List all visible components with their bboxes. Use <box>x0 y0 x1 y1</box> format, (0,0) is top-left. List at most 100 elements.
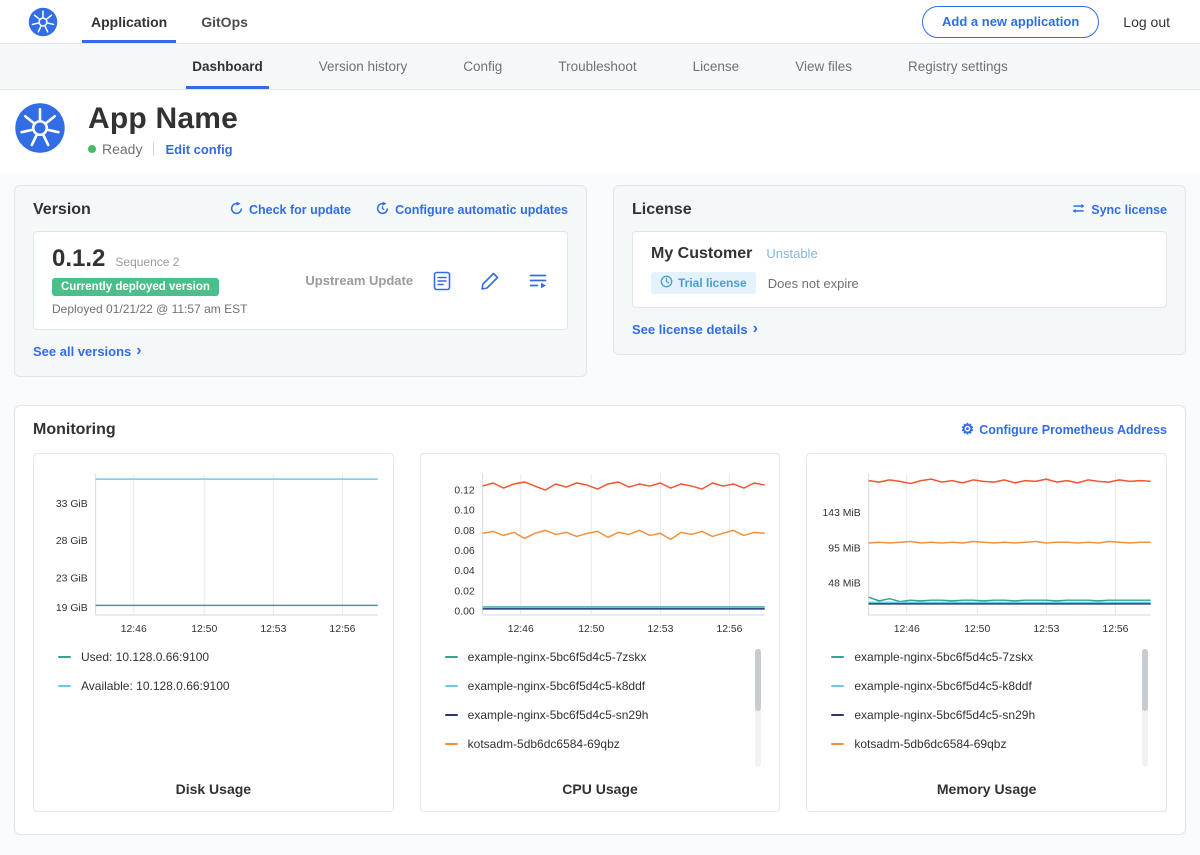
gear-icon: ⚙ <box>961 422 974 437</box>
app-logo-icon <box>14 102 66 154</box>
schedule-update-icon <box>375 201 390 219</box>
disk-usage-chart-card: 12:4612:5012:5312:5633 GiB28 GiB23 GiB19… <box>33 453 394 813</box>
legend-marker <box>58 656 71 658</box>
legend-label: example-nginx-5bc6f5d4c5-k8ddf <box>854 679 1031 693</box>
app-status-label: Ready <box>102 141 142 157</box>
legend-item[interactable]: example-nginx-5bc6f5d4c5-k8ddf <box>445 676 748 696</box>
legend-marker <box>445 656 458 658</box>
sync-license-link[interactable]: Sync license <box>1071 201 1167 219</box>
top-tabs: Application GitOps <box>74 0 265 43</box>
svg-text:12:53: 12:53 <box>647 623 673 634</box>
monitoring-card: Monitoring ⚙ Configure Prometheus Addres… <box>14 405 1186 836</box>
svg-text:0.04: 0.04 <box>454 566 474 577</box>
add-application-button[interactable]: Add a new application <box>922 6 1099 38</box>
svg-text:12:46: 12:46 <box>507 623 533 634</box>
svg-text:12:46: 12:46 <box>121 623 147 634</box>
legend-scrollbar[interactable] <box>1142 649 1148 767</box>
svg-text:0.08: 0.08 <box>454 525 474 536</box>
legend-scrollbar-thumb[interactable] <box>1142 649 1148 711</box>
legend-label: example-nginx-5bc6f5d4c5-sn29h <box>468 708 649 722</box>
logout-link[interactable]: Log out <box>1123 14 1170 30</box>
version-number: 0.1.2 <box>52 245 105 273</box>
legend-label: Available: 10.128.0.66:9100 <box>81 679 230 693</box>
legend-marker <box>58 685 71 687</box>
svg-text:95 MiB: 95 MiB <box>829 543 861 554</box>
edit-config-icon[interactable] <box>479 270 501 292</box>
configure-automatic-updates-link[interactable]: Configure automatic updates <box>375 201 568 219</box>
memory-usage-chart: 12:4612:5012:5312:56143 MiB95 MiB48 MiB <box>815 466 1158 640</box>
check-for-update-link[interactable]: Check for update <box>229 201 351 219</box>
chevron-right-icon: › <box>136 343 141 359</box>
svg-text:12:50: 12:50 <box>578 623 604 634</box>
disk-usage-chart: 12:4612:5012:5312:5633 GiB28 GiB23 GiB19… <box>42 466 385 640</box>
deployed-timestamp: Deployed 01/21/22 @ 11:57 am EST <box>52 302 247 316</box>
clock-icon <box>660 275 673 291</box>
subnav-config[interactable]: Config <box>435 44 530 89</box>
legend-label: example-nginx-5bc6f5d4c5-7zskx <box>468 650 647 664</box>
tab-application[interactable]: Application <box>74 0 184 43</box>
legend-marker <box>445 714 458 716</box>
svg-text:0.06: 0.06 <box>454 545 474 556</box>
svg-text:0.10: 0.10 <box>454 505 474 516</box>
svg-text:143 MiB: 143 MiB <box>823 508 861 519</box>
legend-marker <box>445 685 458 687</box>
svg-text:48 MiB: 48 MiB <box>829 578 861 589</box>
edit-config-link[interactable]: Edit config <box>165 142 232 157</box>
legend-item[interactable]: example-nginx-5bc6f5d4c5-7zskx <box>445 647 748 667</box>
svg-text:12:50: 12:50 <box>191 623 217 634</box>
legend-scrollbar-thumb[interactable] <box>755 649 761 711</box>
configure-automatic-updates-label: Configure automatic updates <box>395 203 568 217</box>
see-all-versions-link[interactable]: See all versions › <box>33 343 142 359</box>
chart-title: Memory Usage <box>815 781 1158 797</box>
legend-marker <box>831 656 844 658</box>
svg-text:0.02: 0.02 <box>454 586 474 597</box>
sequence-label: Sequence 2 <box>115 255 179 269</box>
tab-gitops[interactable]: GitOps <box>184 0 265 43</box>
subnav-license[interactable]: License <box>665 44 768 89</box>
version-card: Version Check for update Configure autom… <box>14 185 587 377</box>
svg-text:12:56: 12:56 <box>1103 623 1129 634</box>
subnav-dashboard[interactable]: Dashboard <box>164 44 291 89</box>
legend-label: Used: 10.128.0.66:9100 <box>81 650 209 664</box>
legend-item[interactable]: example-nginx-5bc6f5d4c5-sn29h <box>445 705 748 725</box>
refresh-icon <box>229 201 244 219</box>
see-license-details-link[interactable]: See license details › <box>632 321 758 337</box>
legend-marker <box>831 685 844 687</box>
subnav-troubleshoot[interactable]: Troubleshoot <box>530 44 664 89</box>
svg-text:12:56: 12:56 <box>716 623 742 634</box>
legend-item[interactable]: example-nginx-5bc6f5d4c5-7zskx <box>831 647 1134 667</box>
legend-item[interactable]: Used: 10.128.0.66:9100 <box>58 647 361 667</box>
subnav-registry-settings[interactable]: Registry settings <box>880 44 1036 89</box>
svg-text:12:50: 12:50 <box>965 623 991 634</box>
svg-text:33 GiB: 33 GiB <box>56 499 88 510</box>
preflight-checks-icon[interactable] <box>431 270 453 292</box>
legend-scrollbar[interactable] <box>755 649 761 767</box>
subnav-view-files[interactable]: View files <box>767 44 880 89</box>
legend-marker <box>445 743 458 745</box>
channel-label: Unstable <box>766 246 817 261</box>
legend-label: example-nginx-5bc6f5d4c5-k8ddf <box>468 679 645 693</box>
legend-item[interactable]: example-nginx-5bc6f5d4c5-k8ddf <box>831 676 1134 696</box>
chevron-right-icon: › <box>753 321 758 337</box>
legend-label: kotsadm-5db6dc6584-69qbz <box>468 737 620 751</box>
legend-item[interactable]: kotsadm-5db6dc6584-69qbz <box>445 734 748 754</box>
chart-legend: example-nginx-5bc6f5d4c5-7zskx example-ng… <box>445 647 764 769</box>
release-notes-icon[interactable] <box>527 270 549 292</box>
legend-item[interactable]: kotsadm-5db6dc6584-69qbz <box>831 734 1134 754</box>
memory-usage-chart-card: 12:4612:5012:5312:56143 MiB95 MiB48 MiB … <box>806 453 1167 813</box>
legend-item[interactable]: example-nginx-5bc6f5d4c5-sn29h <box>831 705 1134 725</box>
legend-label: example-nginx-5bc6f5d4c5-sn29h <box>854 708 1035 722</box>
deployed-version-badge: Currently deployed version <box>52 278 219 296</box>
configure-prometheus-link[interactable]: ⚙ Configure Prometheus Address <box>961 422 1167 437</box>
svg-text:0.12: 0.12 <box>454 485 474 496</box>
ready-status-dot <box>88 145 96 153</box>
legend-item[interactable]: Available: 10.128.0.66:9100 <box>58 676 361 696</box>
app-header: App Name Ready Edit config <box>0 90 1200 173</box>
see-license-details-label: See license details <box>632 322 748 337</box>
main-content: Version Check for update Configure autom… <box>0 173 1200 855</box>
svg-text:12:46: 12:46 <box>894 623 920 634</box>
svg-text:0.00: 0.00 <box>454 606 474 617</box>
license-type-label: Trial license <box>678 276 747 290</box>
subnav-version-history[interactable]: Version history <box>291 44 436 89</box>
sync-license-label: Sync license <box>1091 203 1167 217</box>
